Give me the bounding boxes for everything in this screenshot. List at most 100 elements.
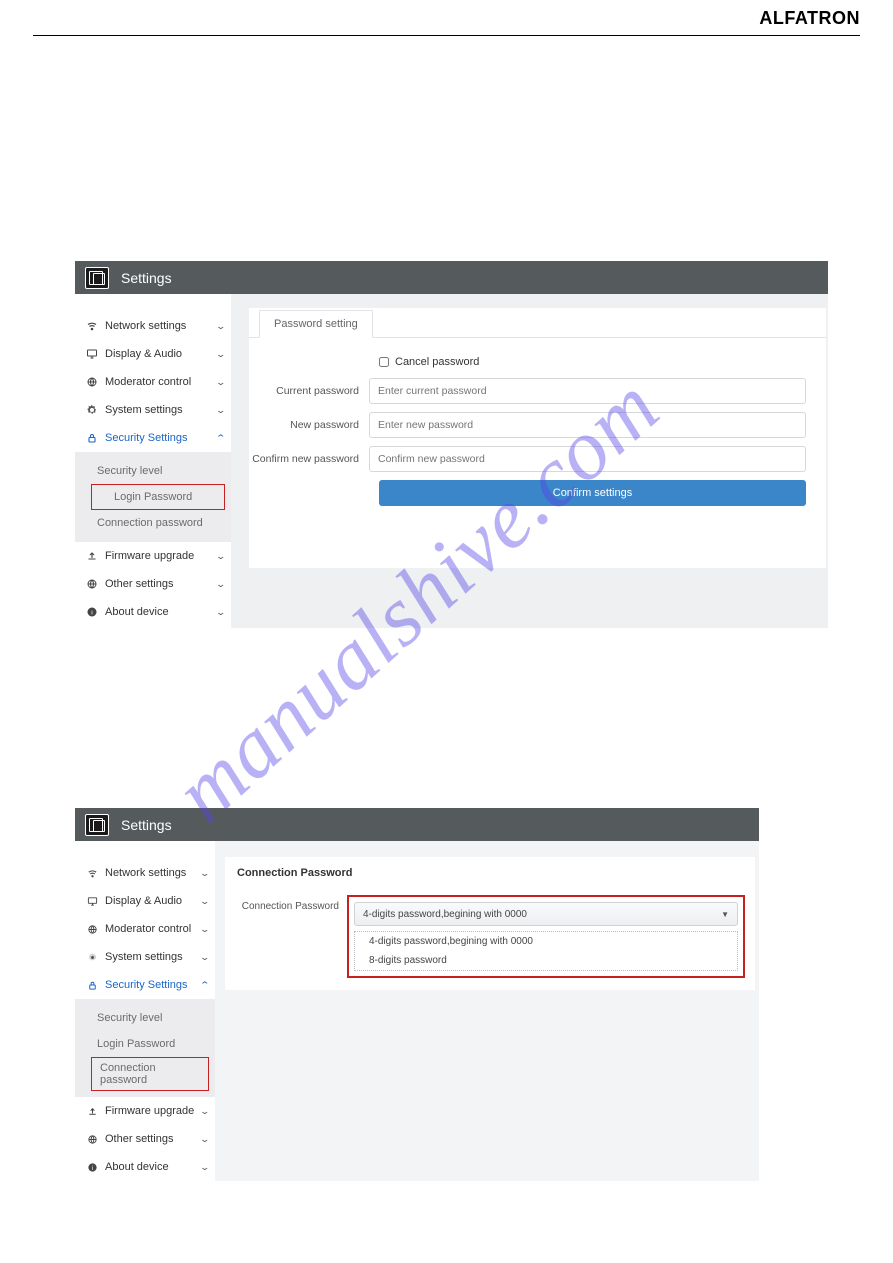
svg-text:i: i <box>91 610 92 617</box>
chevron-down-icon: ⌄ <box>216 321 227 332</box>
chevron-down-icon: ⌄ <box>200 952 211 963</box>
globe-icon <box>85 1134 99 1145</box>
new-password-input[interactable] <box>369 412 806 438</box>
sidebar-item-label: Network settings <box>105 867 201 879</box>
sidebar-item-label: Display & Audio <box>105 348 217 360</box>
lock-icon <box>85 432 99 444</box>
sidebar-item-system[interactable]: System settings ⌄ <box>75 943 215 971</box>
sidebar-item-label: Moderator control <box>105 923 201 935</box>
wifi-icon <box>85 320 99 332</box>
sidebar-item-about[interactable]: i About device ⌄ <box>75 1153 215 1181</box>
option-4-digits[interactable]: 4-digits password,begining with 0000 <box>355 932 737 951</box>
sidebar-item-label: System settings <box>105 951 201 963</box>
globe-icon <box>85 578 99 590</box>
sidebar-item-network[interactable]: Network settings ⌄ <box>75 312 231 340</box>
lock-icon <box>85 980 99 991</box>
sidebar-item-label: Security Settings <box>105 979 201 991</box>
sidebar-item-label: Other settings <box>105 1133 201 1145</box>
connection-password-label: Connection Password <box>235 895 347 912</box>
sidebar-item-label: Display & Audio <box>105 895 201 907</box>
cancel-password-checkbox[interactable] <box>379 357 389 367</box>
sub-item-security-level[interactable]: Security level <box>75 458 231 484</box>
sub-item-security-level[interactable]: Security level <box>75 1005 215 1031</box>
brand-logo: ALFATRON <box>759 8 860 28</box>
content-area: Connection Password Connection Password … <box>215 841 759 1181</box>
sidebar-item-system[interactable]: System settings ⌄ <box>75 396 231 424</box>
chevron-down-icon: ⌄ <box>216 579 227 590</box>
sub-item-connection-password[interactable]: Connection password <box>91 1057 209 1091</box>
sidebar-item-label: System settings <box>105 404 217 416</box>
confirm-password-input[interactable] <box>369 446 806 472</box>
sidebar-item-display[interactable]: Display & Audio ⌄ <box>75 340 231 368</box>
sidebar-item-label: Security Settings <box>105 432 217 444</box>
monitor-icon <box>85 348 99 360</box>
svg-text:i: i <box>91 1165 92 1171</box>
chevron-up-icon: ⌃ <box>216 433 227 444</box>
gear-icon <box>85 404 99 416</box>
new-password-label: New password <box>249 419 369 431</box>
chevron-down-icon: ⌄ <box>200 896 211 907</box>
page-title: Settings <box>121 817 172 833</box>
sub-item-connection-password[interactable]: Connection password <box>75 510 231 536</box>
sidebar-item-about[interactable]: i About device ⌄ <box>75 598 231 626</box>
sidebar-item-security[interactable]: Security Settings ⌃ <box>75 971 215 999</box>
device-icon <box>85 814 109 836</box>
caret-down-icon: ▼ <box>721 910 729 919</box>
confirm-settings-button[interactable]: Confirm settings <box>379 480 806 506</box>
monitor-icon <box>85 896 99 907</box>
wifi-icon <box>85 868 99 879</box>
sidebar-item-label: About device <box>105 606 217 618</box>
sidebar: Network settings ⌄ Display & Audio ⌄ Mod… <box>75 294 231 628</box>
chevron-down-icon: ⌄ <box>216 607 227 618</box>
titlebar: Settings <box>75 808 759 841</box>
cancel-password-label: Cancel password <box>395 356 479 368</box>
page-title: Settings <box>121 270 172 286</box>
device-icon <box>85 267 109 289</box>
globe-icon <box>85 924 99 935</box>
globe-icon <box>85 376 99 388</box>
connection-password-select[interactable]: 4-digits password,begining with 0000 ▼ <box>354 902 738 926</box>
password-card: Password setting Cancel password Current… <box>249 308 826 568</box>
titlebar: Settings <box>75 261 828 294</box>
security-submenu: Security level Login Password Connection… <box>75 999 215 1097</box>
connection-password-combo-highlight: 4-digits password,begining with 0000 ▼ 4… <box>347 895 745 978</box>
sidebar-item-other[interactable]: Other settings ⌄ <box>75 570 231 598</box>
upload-icon <box>85 1106 99 1117</box>
tab-password-setting[interactable]: Password setting <box>259 310 373 338</box>
chevron-down-icon: ⌄ <box>216 349 227 360</box>
chevron-down-icon: ⌄ <box>216 551 227 562</box>
sidebar-item-label: Moderator control <box>105 376 217 388</box>
sidebar-item-display[interactable]: Display & Audio ⌄ <box>75 887 215 915</box>
current-password-label: Current password <box>249 385 369 397</box>
sub-item-login-password[interactable]: Login Password <box>91 484 225 510</box>
sidebar-item-moderator[interactable]: Moderator control ⌄ <box>75 368 231 396</box>
sidebar-item-label: Firmware upgrade <box>105 1105 201 1117</box>
sidebar-item-moderator[interactable]: Moderator control ⌄ <box>75 915 215 943</box>
chevron-down-icon: ⌄ <box>200 1134 211 1145</box>
confirm-password-label: Confirm new password <box>249 453 369 465</box>
info-icon: i <box>85 606 99 618</box>
sidebar-item-firmware[interactable]: Firmware upgrade ⌄ <box>75 542 231 570</box>
chevron-down-icon: ⌄ <box>200 1162 211 1173</box>
option-8-digits[interactable]: 8-digits password <box>355 951 737 970</box>
chevron-down-icon: ⌄ <box>200 1106 211 1117</box>
sidebar: Network settings ⌄ Display & Audio ⌄ Mod… <box>75 841 215 1181</box>
sidebar-item-firmware[interactable]: Firmware upgrade ⌄ <box>75 1097 215 1125</box>
select-value: 4-digits password,begining with 0000 <box>363 909 527 920</box>
sidebar-item-label: Other settings <box>105 578 217 590</box>
sidebar-item-network[interactable]: Network settings ⌄ <box>75 859 215 887</box>
chevron-up-icon: ⌃ <box>200 980 211 991</box>
sidebar-item-label: Firmware upgrade <box>105 550 217 562</box>
current-password-input[interactable] <box>369 378 806 404</box>
info-icon: i <box>85 1162 99 1173</box>
chevron-down-icon: ⌄ <box>200 924 211 935</box>
settings-panel-connection-password: Settings Network settings ⌄ Display & Au… <box>75 808 759 1181</box>
sidebar-item-other[interactable]: Other settings ⌄ <box>75 1125 215 1153</box>
sidebar-item-security[interactable]: Security Settings ⌃ <box>75 424 231 452</box>
connection-password-card: Connection Password Connection Password … <box>225 857 755 990</box>
content-area: Password setting Cancel password Current… <box>231 294 828 628</box>
chevron-down-icon: ⌄ <box>216 377 227 388</box>
sidebar-item-label: About device <box>105 1161 201 1173</box>
sub-item-login-password[interactable]: Login Password <box>75 1031 215 1057</box>
security-submenu: Security level Login Password Connection… <box>75 452 231 542</box>
